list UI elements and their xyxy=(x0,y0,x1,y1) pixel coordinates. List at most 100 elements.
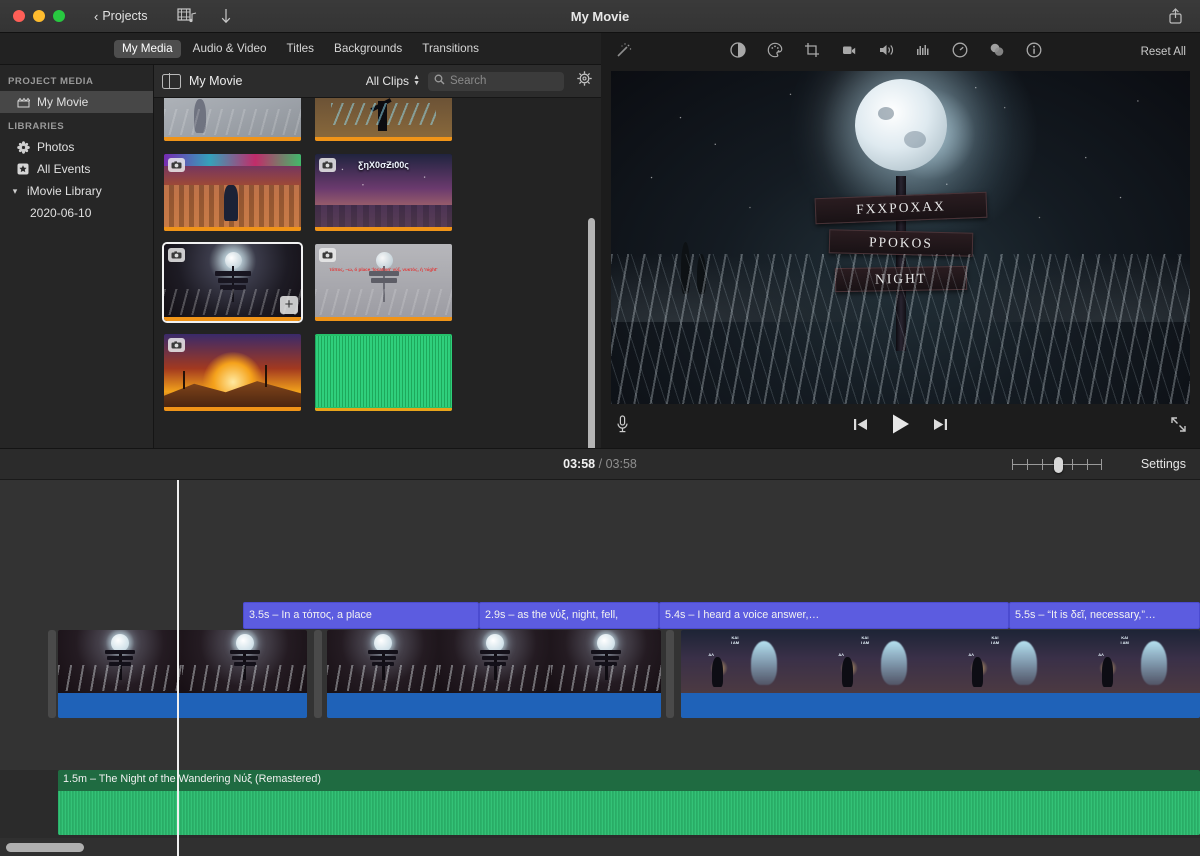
video-clip[interactable] xyxy=(327,630,661,718)
settings-button[interactable]: Settings xyxy=(1141,457,1186,471)
timeline-audio-track[interactable]: 1.5m – The Night of the Wandering Νύξ (R… xyxy=(0,770,1200,838)
timeline-video-track[interactable]: 3.5s – In a τόπος, a place 2.9s – as the… xyxy=(0,480,1200,770)
timeline[interactable]: 3.5s – In a τόπος, a place 2.9s – as the… xyxy=(0,480,1200,856)
sidebar-item-all-events[interactable]: All Events xyxy=(0,158,153,180)
media-thumbnail-selected[interactable]: + xyxy=(162,242,303,323)
search-field[interactable] xyxy=(428,71,564,91)
media-thumbnail[interactable]: ƸηΧ0σƵι00ς xyxy=(315,154,452,231)
clip-filmstrip xyxy=(58,630,307,693)
media-browser-toolbar: My Movie All Clips ▲ ▼ xyxy=(154,65,601,98)
sidebar-item-event-date[interactable]: 2020-06-10 xyxy=(0,202,153,224)
chevron-left-icon: ‹ xyxy=(94,8,99,24)
camera-icon xyxy=(168,248,185,262)
projects-label: Projects xyxy=(102,9,148,23)
video-clip[interactable] xyxy=(58,630,307,718)
clip-filmstrip xyxy=(327,630,661,693)
sidebar-item-imovie-library[interactable]: ▾ iMovie Library xyxy=(0,180,153,202)
media-thumbnail-audio[interactable] xyxy=(315,334,452,411)
tab-transitions[interactable]: Transitions xyxy=(414,40,487,58)
all-clips-label: All Clips xyxy=(365,74,410,88)
play-icon[interactable] xyxy=(890,413,911,440)
zoom-slider-track[interactable] xyxy=(1012,456,1102,473)
sidebar-toggle-icon[interactable] xyxy=(162,73,181,89)
all-clips-dropdown[interactable]: All Clips ▲ ▼ xyxy=(366,74,420,88)
add-clip-button[interactable]: + xyxy=(280,296,298,314)
minimize-button[interactable] xyxy=(33,10,45,22)
color-correction-icon[interactable] xyxy=(767,42,783,63)
music-clip[interactable]: 1.5m – The Night of the Wandering Νύξ (R… xyxy=(58,770,1200,835)
microphone-icon[interactable] xyxy=(615,414,630,439)
thumb-artwork: ìtõôïò hÏtåd pro qeçlegê ålsû lh s úneed… xyxy=(164,98,301,141)
maximize-button[interactable] xyxy=(53,10,65,22)
tab-audio-video[interactable]: Audio & Video xyxy=(185,40,275,58)
timeline-toolbar: 03:58 / 03:58 Settings xyxy=(0,448,1200,480)
preview-light-streams xyxy=(611,254,1190,404)
tab-titles[interactable]: Titles xyxy=(279,40,323,58)
expand-arrows-icon[interactable] xyxy=(1170,416,1187,438)
media-thumbnail[interactable]: τόπος, ~ω, ó place 'location' νύξ, νυκτό… xyxy=(315,244,452,321)
media-browser-title: My Movie xyxy=(189,74,243,88)
thumb-selection-bar xyxy=(315,227,452,231)
gear-icon[interactable] xyxy=(576,70,593,92)
video-preview[interactable]: FXXPOXAX PPOKOS NIGHT xyxy=(611,71,1190,404)
projects-back-button[interactable]: ‹ Projects xyxy=(87,7,155,26)
camera-icon xyxy=(319,158,336,172)
media-thumbnail[interactable] xyxy=(164,154,301,231)
sidebar-item-label: My Movie xyxy=(37,95,89,109)
equalizer-icon[interactable] xyxy=(915,42,931,63)
sidebar-item-label: iMovie Library xyxy=(27,184,102,198)
thumb-selection-bar xyxy=(164,137,301,141)
thumb-selection-bar xyxy=(315,408,452,411)
filmstrip-music-icon[interactable] xyxy=(176,7,197,25)
filters-icon[interactable] xyxy=(989,42,1005,63)
music-waveform xyxy=(58,791,1200,835)
title-clip[interactable]: 5.4s – I heard a voice answer,… xyxy=(659,602,1009,629)
camera-icon xyxy=(168,338,185,352)
clip-trim-handle[interactable] xyxy=(666,630,674,718)
window-controls[interactable] xyxy=(13,10,65,22)
tab-backgrounds[interactable]: Backgrounds xyxy=(326,40,410,58)
skip-back-icon[interactable] xyxy=(852,417,869,437)
title-bar: ‹ Projects My Movie xyxy=(0,0,1200,33)
media-thumbnail[interactable] xyxy=(164,334,301,411)
volume-icon[interactable] xyxy=(878,42,894,63)
sidebar-item-photos[interactable]: Photos xyxy=(0,136,153,158)
clip-trim-handle[interactable] xyxy=(48,630,56,718)
thumb-selection-bar xyxy=(164,317,301,321)
search-input[interactable] xyxy=(450,75,558,87)
playhead[interactable] xyxy=(177,480,179,856)
close-button[interactable] xyxy=(13,10,25,22)
clip-trim-handle[interactable] xyxy=(314,630,322,718)
skip-forward-icon[interactable] xyxy=(932,417,949,437)
info-icon[interactable] xyxy=(1026,42,1042,63)
color-balance-icon[interactable] xyxy=(730,41,746,63)
media-thumbnail[interactable]: I AM ABLE! xyxy=(315,98,452,141)
crop-icon[interactable] xyxy=(804,42,820,63)
browser-tab-bar: My Media Audio & Video Titles Background… xyxy=(0,33,601,65)
reset-all-button[interactable]: Reset All xyxy=(1141,46,1186,58)
zoom-slider[interactable] xyxy=(1012,456,1102,473)
clip-audio-bar xyxy=(327,693,661,718)
media-browser-scrollbar[interactable] xyxy=(588,218,595,448)
disclosure-icon[interactable]: ▾ xyxy=(8,186,22,197)
tab-my-media[interactable]: My Media xyxy=(113,39,181,58)
stabilization-icon[interactable] xyxy=(841,42,857,63)
music-clip-label: 1.5m – The Night of the Wandering Νύξ (R… xyxy=(63,773,321,785)
speed-icon[interactable] xyxy=(952,42,968,63)
title-clip[interactable]: 3.5s – In a τόπος, a place xyxy=(243,602,479,629)
timeline-horizontal-scrollbar[interactable] xyxy=(6,843,84,852)
thumb-selection-bar xyxy=(164,407,301,411)
media-thumbnail-grid: ìtõôïò hÏtåd pro qeçlegê ålsû lh s úneed… xyxy=(154,98,601,448)
sidebar-item-my-movie[interactable]: My Movie xyxy=(0,91,153,113)
title-clip[interactable]: 2.9s – as the νύξ, night, fell, xyxy=(479,602,659,629)
media-thumbnail[interactable]: ìtõôïò hÏtåd pro qeçlegê ålsû lh s úneed… xyxy=(164,98,301,141)
magic-wand-icon[interactable] xyxy=(615,42,632,63)
current-timecode: 03:58 xyxy=(563,457,596,471)
video-clip[interactable]: ΚΑΙ I AM ΑΛ ΚΑΙ I AM ΑΛ ΚΑΙ I AM ΑΛ ΚΑΙ I AM ΑΛ xyxy=(681,630,1200,718)
download-arrow-icon[interactable] xyxy=(219,7,233,25)
camera-icon xyxy=(168,158,185,172)
share-icon[interactable] xyxy=(1167,7,1184,30)
title-clip[interactable]: 5.5s – “It is δεῖ, necessary,”… xyxy=(1009,602,1200,629)
zoom-slider-knob[interactable] xyxy=(1054,456,1063,473)
photos-icon xyxy=(16,140,30,154)
